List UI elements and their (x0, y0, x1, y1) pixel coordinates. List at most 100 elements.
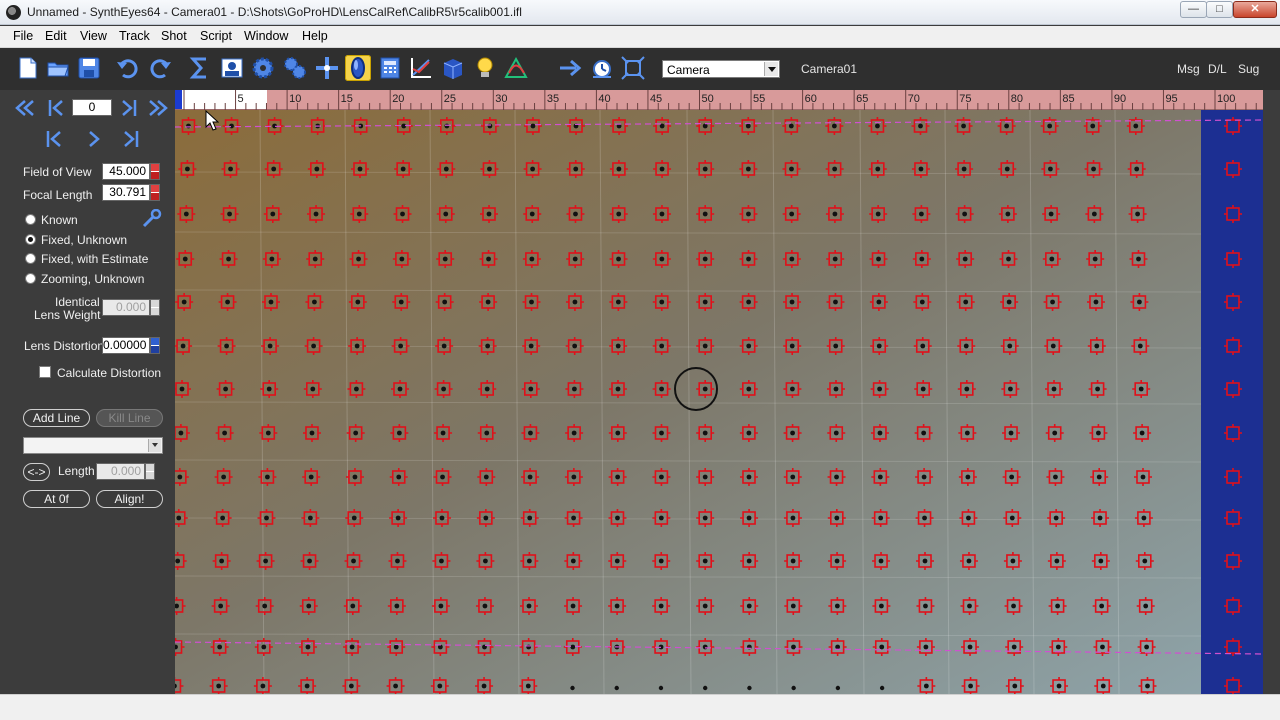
tracker[interactable] (825, 205, 844, 223)
tracker[interactable] (387, 638, 406, 656)
tracker[interactable] (476, 552, 495, 570)
tracker[interactable] (608, 509, 627, 527)
tracker[interactable] (435, 337, 454, 355)
tracker[interactable] (696, 638, 715, 656)
tracker[interactable] (346, 424, 365, 442)
tracker[interactable] (566, 160, 585, 178)
tracker[interactable] (1138, 677, 1157, 694)
tracker[interactable] (175, 337, 193, 355)
tracker[interactable] (1133, 424, 1152, 442)
tracker[interactable] (782, 117, 801, 135)
tracker[interactable] (350, 205, 369, 223)
tracker[interactable] (437, 160, 456, 178)
tracker[interactable] (1131, 337, 1150, 355)
tracker[interactable] (652, 380, 671, 398)
tracker[interactable] (1086, 250, 1105, 268)
lens-distortion-field[interactable]: 0.00000 (102, 337, 150, 354)
tracker[interactable] (1134, 509, 1153, 527)
tracker[interactable] (433, 468, 452, 486)
tracker[interactable] (394, 160, 413, 178)
tracker[interactable] (388, 552, 407, 570)
tracker[interactable] (696, 205, 715, 223)
tracker[interactable] (211, 597, 230, 615)
tracker[interactable] (739, 205, 758, 223)
tracker[interactable] (175, 293, 194, 311)
tracker[interactable] (564, 468, 583, 486)
tracker[interactable] (826, 337, 845, 355)
tracker[interactable] (480, 117, 499, 135)
tracker[interactable] (1000, 293, 1019, 311)
gear-icon[interactable] (250, 55, 276, 81)
tracker[interactable] (608, 597, 627, 615)
tracker[interactable] (652, 597, 671, 615)
tracker[interactable] (1088, 380, 1107, 398)
tracker[interactable] (913, 337, 932, 355)
tracker[interactable] (912, 205, 931, 223)
tracker[interactable] (475, 597, 494, 615)
tracker[interactable] (259, 424, 278, 442)
tracker[interactable] (255, 597, 274, 615)
tracker[interactable] (828, 552, 847, 570)
tracker[interactable] (739, 337, 758, 355)
wrench-icon[interactable] (141, 209, 163, 229)
tracker[interactable] (1047, 509, 1066, 527)
tracker[interactable] (257, 509, 276, 527)
tracker[interactable] (828, 597, 847, 615)
tracker[interactable] (254, 638, 273, 656)
tracker[interactable] (213, 509, 232, 527)
tracker[interactable] (1083, 117, 1102, 135)
tracker[interactable] (479, 250, 498, 268)
tracker[interactable] (1085, 205, 1104, 223)
tracker[interactable] (609, 337, 628, 355)
tracker[interactable] (1126, 117, 1145, 135)
tracker[interactable] (345, 509, 364, 527)
tracker[interactable] (782, 250, 801, 268)
tracker[interactable] (392, 250, 411, 268)
tracker[interactable] (783, 337, 802, 355)
tracker[interactable] (783, 468, 802, 486)
tracker[interactable] (214, 468, 233, 486)
tracker[interactable] (521, 380, 540, 398)
tracker[interactable] (912, 250, 931, 268)
add-line-button[interactable]: Add Line (23, 409, 90, 427)
tracker[interactable] (221, 160, 240, 178)
tracker[interactable] (826, 250, 845, 268)
tracker[interactable] (520, 509, 539, 527)
tracker[interactable] (1001, 380, 1020, 398)
tracker[interactable] (916, 552, 934, 570)
tracker[interactable] (1042, 205, 1061, 223)
lens-distortion-spinner[interactable] (150, 337, 160, 354)
tracker[interactable] (1041, 160, 1060, 178)
tracker[interactable] (1048, 597, 1067, 615)
tracker[interactable] (782, 160, 801, 178)
tracker[interactable] (1002, 468, 1021, 486)
camera-select[interactable]: Camera (662, 60, 780, 78)
rewind-to-start-icon[interactable] (14, 97, 36, 119)
tracker[interactable] (1003, 552, 1022, 570)
menu-edit[interactable]: Edit (45, 29, 67, 43)
tracker[interactable] (1129, 250, 1148, 268)
tracker[interactable] (868, 160, 887, 178)
tracker[interactable] (1005, 638, 1024, 656)
tracker[interactable] (393, 205, 412, 223)
tracker[interactable] (608, 424, 627, 442)
camera-view-icon[interactable] (219, 55, 245, 81)
tracker[interactable] (262, 293, 280, 311)
tracker[interactable] (348, 337, 367, 355)
tracker[interactable] (827, 380, 845, 398)
tracker[interactable] (999, 250, 1018, 268)
tracker[interactable] (911, 160, 930, 178)
frame-number-input[interactable]: 0 (72, 99, 112, 116)
tracker[interactable] (565, 424, 584, 442)
tracker[interactable] (1135, 552, 1154, 570)
dl-link[interactable]: D/L (1208, 62, 1227, 76)
multi-gear-icon[interactable] (282, 55, 308, 81)
tracker[interactable] (1127, 160, 1146, 178)
tracker[interactable] (307, 205, 326, 223)
tracker[interactable] (653, 160, 672, 178)
tracker[interactable] (305, 293, 324, 311)
tracker[interactable] (1002, 424, 1021, 442)
tracker[interactable] (827, 424, 846, 442)
tracker[interactable] (956, 250, 975, 268)
tracker[interactable] (220, 205, 239, 223)
